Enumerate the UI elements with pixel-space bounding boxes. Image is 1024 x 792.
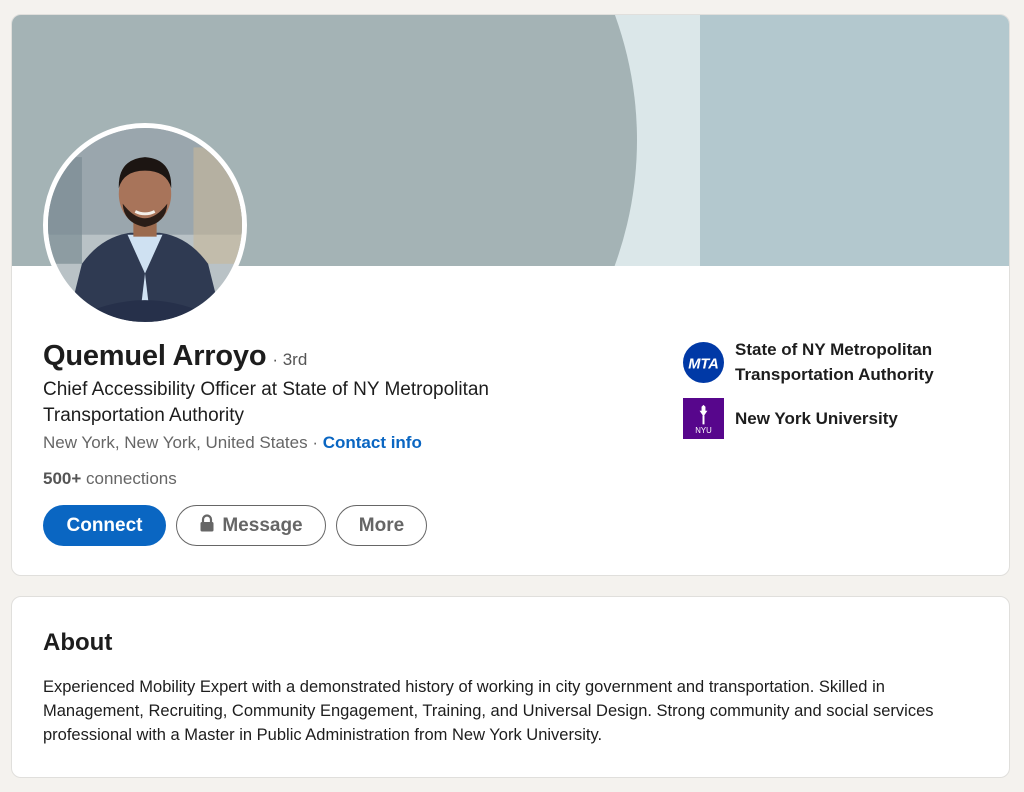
message-button[interactable]: Message <box>176 505 326 546</box>
connections-label: connections <box>81 469 177 488</box>
avatar[interactable] <box>43 123 247 327</box>
profile-name: Quemuel Arroyo <box>43 340 267 372</box>
company-name: State of NY Metropolitan Transportation … <box>735 340 934 384</box>
nyu-logo-text: NYU <box>695 426 712 435</box>
connection-degree: · 3rd <box>272 350 308 369</box>
mta-logo-text: MTA <box>688 356 719 372</box>
nyu-logo-icon: NYU <box>683 398 724 439</box>
about-text: Experienced Mobility Expert with a demon… <box>43 678 934 744</box>
separator: · <box>307 433 323 452</box>
school-name: New York University <box>735 409 898 428</box>
name-row: Quemuel Arroyo · 3rd <box>43 340 307 373</box>
about-title: About <box>43 629 113 656</box>
profile-photo <box>48 128 242 322</box>
profile-actions: Connect Message More <box>43 505 427 546</box>
connections-number: 500+ <box>43 469 82 488</box>
profile-location: New York, New York, United States <box>43 433 308 452</box>
location-row: New York, New York, United States · Cont… <box>43 433 422 453</box>
connections-count[interactable]: 500+ connections <box>43 469 177 489</box>
message-label: Message <box>222 514 303 536</box>
profile-card: Quemuel Arroyo · 3rd Chief Accessibility… <box>11 14 1010 576</box>
current-company[interactable]: MTA State of NY Metropolitan Transportat… <box>683 337 965 387</box>
about-section: About Experienced Mobility Expert with a… <box>11 596 1010 778</box>
contact-info-link[interactable]: Contact info <box>323 433 422 452</box>
more-button[interactable]: More <box>336 505 427 546</box>
connect-button[interactable]: Connect <box>43 505 166 546</box>
mta-logo-icon: MTA <box>683 341 724 383</box>
lock-icon <box>199 513 215 538</box>
education-school[interactable]: NYU New York University <box>683 398 898 439</box>
profile-headline: Chief Accessibility Officer at State of … <box>43 379 489 426</box>
